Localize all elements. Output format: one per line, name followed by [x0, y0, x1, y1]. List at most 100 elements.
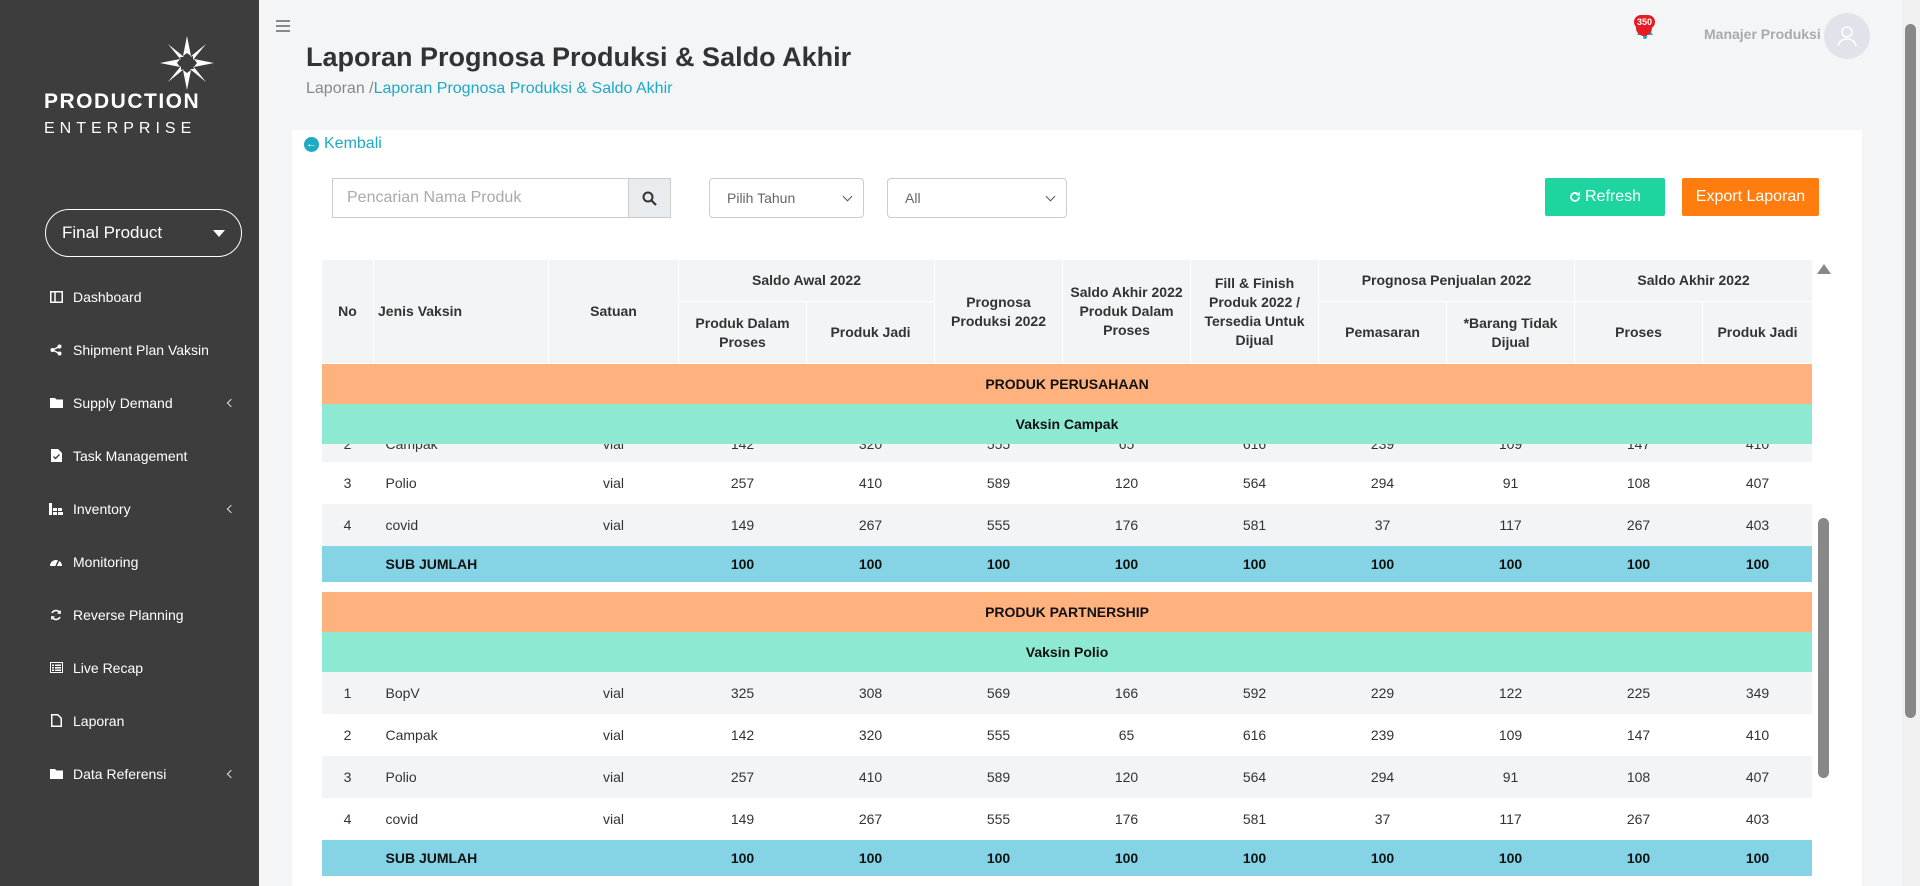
back-label: Kembali [324, 135, 382, 152]
table-cell: vial [548, 797, 679, 840]
table-cell: 320 [806, 713, 935, 756]
chevron-down-icon [842, 191, 853, 201]
table-row[interactable]: 1 BopV vial 325 308 569 166 592 229 122 225 349 [321, 671, 1812, 714]
avatar[interactable] [1824, 13, 1870, 59]
refresh-button[interactable]: Refresh [1545, 178, 1665, 216]
share-icon [49, 343, 63, 357]
col-no: No [321, 259, 374, 364]
arrow-left-circle-icon: ← [304, 136, 319, 152]
table-cell: covid [373, 797, 549, 840]
sidebar-item-reverse-planning[interactable]: Reverse Planning [0, 588, 259, 641]
subtotal-cell: 100 [806, 545, 935, 582]
sidebar-item-task-management[interactable]: Task Management [0, 429, 259, 482]
subgroup-row: Vaksin Polio [321, 631, 1812, 672]
year-select[interactable]: Pilih Tahun [709, 178, 864, 218]
refresh-label: Refresh [1584, 188, 1642, 205]
sidebar-item-shipment-plan[interactable]: Shipment Plan Vaksin [0, 323, 259, 376]
product-selector[interactable]: Final Product [45, 209, 242, 257]
table-cell: 225 [1574, 671, 1703, 714]
table-cell: 4 [321, 503, 374, 546]
subtotal-cell: 100 [806, 839, 935, 876]
subtotal-cell: 100 [678, 545, 807, 582]
search-icon [642, 191, 657, 206]
table-cell: 410 [1702, 713, 1812, 756]
table-cell: vial [548, 443, 679, 462]
sidebar-item-label: Laporan [73, 712, 125, 729]
filter-select-value: All [905, 190, 921, 206]
sidebar: PRODUCTION ENTERPRISE Final Product Dash… [0, 0, 259, 886]
table-row[interactable]: 3 Polio vial 257 410 589 120 564 294 91 108 407 [321, 755, 1812, 798]
col-pemasaran: Pemasaran [1318, 301, 1448, 364]
table-scroll-up-icon[interactable] [1817, 264, 1831, 274]
sidebar-item-dashboard[interactable]: Dashboard [0, 270, 259, 323]
table-scrollbar[interactable] [1818, 518, 1829, 778]
breadcrumb-root[interactable]: Laporan / [306, 80, 374, 97]
table-cell: vial [548, 503, 679, 546]
subtotal-row: SUB JUMLAH 100 100 100 100 100 100 100 100 100 [321, 545, 1812, 582]
spacer-cell [321, 581, 1812, 592]
col-produk-dalam-proses: Produk Dalam Proses [678, 301, 807, 364]
report-table: No Jenis Vaksin Satuan Saldo Awal 2022 P… [321, 259, 1812, 876]
table-cell: 555 [934, 797, 1063, 840]
back-link[interactable]: ← Kembali [304, 135, 382, 153]
group-title: PRODUK PERUSAHAAN [321, 363, 1812, 404]
col-produk-jadi: Produk Jadi [805, 301, 936, 364]
report-table-body: PRODUK PERUSAHAAN Vaksin Campak 2 Campak via… [321, 363, 1812, 876]
export-report-button[interactable]: Export Laporan [1682, 178, 1819, 216]
table-cell: 294 [1318, 755, 1447, 798]
table-cell [321, 839, 374, 876]
table-cell: 592 [1190, 671, 1319, 714]
sidebar-item-live-recap[interactable]: Live Recap [0, 641, 259, 694]
subtotal-cell: 100 [1702, 839, 1812, 876]
page-scrollbar[interactable] [1905, 24, 1916, 718]
subtotal-cell: 100 [1190, 545, 1319, 582]
sidebar-item-data-referensi[interactable]: Data Referensi [0, 747, 259, 800]
sidebar-item-monitoring[interactable]: Monitoring [0, 535, 259, 588]
table-cell: 308 [806, 671, 935, 714]
table-cell: 403 [1702, 797, 1812, 840]
table-cell: 410 [806, 755, 935, 798]
hamburger-menu-icon[interactable] [276, 20, 290, 32]
sidebar-item-supply-demand[interactable]: Supply Demand [0, 376, 259, 429]
search-input[interactable] [332, 178, 628, 218]
col-saldo-awal: Saldo Awal 2022 [677, 259, 936, 302]
table-row[interactable]: 3 Polio vial 257 410 589 120 564 294 91 108 407 [321, 461, 1812, 504]
col-jenis-vaksin: Jenis Vaksin [373, 259, 549, 364]
table-cell: 2 [321, 713, 374, 756]
table-row[interactable]: 2 Campak vial 142 320 555 65 616 239 109 147 410 [321, 443, 1812, 462]
table-row[interactable]: 4 covid vial 149 267 555 176 581 37 117 267 403 [321, 503, 1812, 546]
user-icon [1837, 26, 1857, 47]
user-name[interactable]: Manajer Produksi [1704, 26, 1821, 42]
brand-line2: ENTERPRISE [44, 120, 197, 137]
filter-select[interactable]: All [887, 178, 1067, 218]
subgroup-title: Vaksin Campak [321, 403, 1812, 444]
table-cell: 229 [1318, 671, 1447, 714]
table-cell: 91 [1446, 755, 1575, 798]
file-icon [49, 714, 63, 728]
table-cell: 65 [1062, 443, 1191, 462]
table-cell: 149 [678, 503, 807, 546]
subtotal-cell: 100 [1190, 839, 1319, 876]
subtotal-cell: 100 [934, 839, 1063, 876]
table-cell: 2 [321, 443, 374, 462]
table-cell: Polio [373, 755, 549, 798]
chevron-left-icon [226, 504, 236, 513]
brand-line1: PRODUCTION [44, 90, 201, 113]
subtotal-cell: 100 [1702, 545, 1812, 582]
table-cell: 616 [1190, 713, 1319, 756]
sidebar-item-inventory[interactable]: Inventory [0, 482, 259, 535]
table-cell: 564 [1190, 755, 1319, 798]
sidebar-item-laporan[interactable]: Laporan [0, 694, 259, 747]
list-icon [49, 661, 63, 675]
table-cell: vial [548, 713, 679, 756]
table-cell: 109 [1446, 443, 1575, 462]
table-row[interactable]: 2 Campak vial 142 320 555 65 616 239 109 147 410 [321, 713, 1812, 756]
sidebar-item-label: Supply Demand [73, 394, 173, 411]
table-row[interactable]: 4 covid vial 149 267 555 176 581 37 117 267 403 [321, 797, 1812, 840]
notification-badge: 350 [1634, 15, 1656, 29]
caret-down-icon [213, 229, 225, 237]
search-button[interactable] [628, 178, 671, 218]
file-check-icon [49, 449, 63, 463]
table-cell: 267 [1574, 503, 1703, 546]
table-cell: vial [548, 671, 679, 714]
